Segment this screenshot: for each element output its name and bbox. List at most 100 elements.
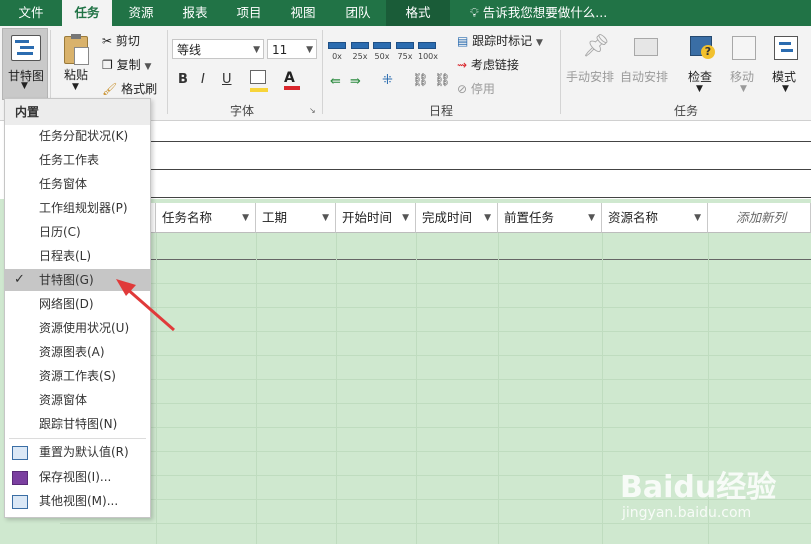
menu-item-tracking-gantt[interactable]: 跟踪甘特图(N) bbox=[5, 413, 150, 435]
font-color-swatch bbox=[284, 86, 300, 90]
menu-item-resource-usage[interactable]: 资源使用状况(U) bbox=[5, 317, 150, 339]
menu-item-resource-sheet[interactable]: 资源工作表(S) bbox=[5, 365, 150, 387]
schedule-100-label: 100x bbox=[418, 52, 439, 61]
checkmark-icon: ✓ bbox=[14, 272, 25, 287]
menu-item-label: 重置为默认值(R) bbox=[39, 445, 129, 459]
column-label: 资源名称 bbox=[608, 210, 659, 225]
chevron-down-icon: ▼ bbox=[306, 45, 313, 55]
inactivate-label: 停用 bbox=[470, 82, 495, 96]
dialog-launcher-icon[interactable]: ↘ bbox=[309, 106, 316, 115]
unlink-icon[interactable]: ⛓︎ bbox=[434, 73, 451, 88]
grid-row-line bbox=[60, 523, 811, 524]
mode-icon bbox=[774, 36, 798, 60]
menu-item-team-planner[interactable]: 工作组规划器(P) bbox=[5, 197, 150, 219]
schedule-0-label: 0x bbox=[332, 52, 342, 61]
track-icon: ▤ bbox=[457, 34, 469, 48]
schedule-50-label: 50x bbox=[374, 52, 390, 61]
italic-button[interactable]: I bbox=[201, 72, 205, 87]
move-button[interactable]: 移动 ▼ bbox=[726, 32, 766, 98]
inspect-button[interactable]: ? 检查 ▼ bbox=[682, 32, 722, 98]
column-header-task-name[interactable]: 任务名称 ▼ bbox=[156, 203, 256, 233]
column-header-duration[interactable]: 工期 ▼ bbox=[256, 203, 336, 233]
tab-view[interactable]: 视图 bbox=[276, 0, 330, 26]
chevron-down-icon: ▼ bbox=[242, 213, 249, 223]
grid-col-line bbox=[602, 233, 603, 544]
highlight-color-swatch bbox=[250, 88, 268, 92]
menu-item-task-sheet[interactable]: 任务工作表 bbox=[5, 149, 150, 171]
underline-button[interactable]: U bbox=[222, 72, 232, 87]
menu-item-task-form[interactable]: 任务窗体 bbox=[5, 173, 150, 195]
font-name-select[interactable]: 等线 ▼ bbox=[172, 39, 264, 59]
menu-item-timeline[interactable]: 日程表(L) bbox=[5, 245, 150, 267]
inactivate-button[interactable]: ⊘ 停用 bbox=[457, 80, 495, 97]
menu-item-network-diagram[interactable]: 网络图(D) bbox=[5, 293, 150, 315]
menu-item-resource-form[interactable]: 资源窗体 bbox=[5, 389, 150, 411]
tab-file[interactable]: 文件 bbox=[0, 0, 62, 26]
column-label: 完成时间 bbox=[422, 210, 473, 225]
chevron-down-icon: ▼ bbox=[696, 84, 703, 94]
respect-links-label: 考虑链接 bbox=[470, 58, 519, 72]
cut-button[interactable]: ✂ 剪切 bbox=[102, 32, 140, 49]
gantt-view-button[interactable]: 甘特图 ▼ bbox=[2, 28, 48, 100]
mode-button[interactable]: 模式 ▼ bbox=[770, 32, 808, 98]
grid-col-line bbox=[416, 233, 417, 544]
bold-button[interactable]: B bbox=[178, 72, 188, 87]
schedule-100-button[interactable]: 100x bbox=[418, 42, 439, 61]
copy-button[interactable]: ❐ 复制 ▼ bbox=[102, 56, 151, 73]
column-header-add-new[interactable]: 添加新列 bbox=[708, 203, 811, 233]
tab-resource[interactable]: 资源 bbox=[114, 0, 168, 26]
menu-item-gantt-chart[interactable]: ✓ 甘特图(G) bbox=[5, 269, 150, 291]
menu-item-label: 保存视图(I)... bbox=[39, 470, 112, 484]
column-header-resource-names[interactable]: 资源名称 ▼ bbox=[602, 203, 708, 233]
chevron-down-icon: ▼ bbox=[536, 38, 543, 48]
paste-button[interactable]: 粘贴 ▼ bbox=[58, 32, 94, 92]
background-color-button[interactable] bbox=[250, 70, 268, 92]
menu-item-calendar[interactable]: 日历(C) bbox=[5, 221, 150, 243]
outdent-icon[interactable]: ⇚ bbox=[330, 74, 341, 89]
grid-row-line bbox=[60, 331, 811, 332]
font-size-select[interactable]: 11 ▼ bbox=[267, 39, 317, 59]
column-header-predecessors[interactable]: 前置任务 ▼ bbox=[498, 203, 602, 233]
schedule-25-button[interactable]: 25x bbox=[351, 42, 369, 61]
column-header-start[interactable]: 开始时间 ▼ bbox=[336, 203, 416, 233]
respect-links-button[interactable]: ⇝ 考虑链接 bbox=[457, 56, 519, 73]
indent-icon[interactable]: ⇛ bbox=[350, 74, 361, 89]
manual-schedule-button[interactable]: 📌︎ 手动安排 bbox=[566, 32, 618, 92]
tab-team[interactable]: 团队 bbox=[330, 0, 386, 26]
watermark-logo: Baidu经验 bbox=[620, 470, 777, 505]
tab-report[interactable]: 报表 bbox=[168, 0, 222, 26]
format-painter-label: 格式刷 bbox=[121, 82, 158, 96]
menu-item-resource-graph[interactable]: 资源图表(A) bbox=[5, 341, 150, 363]
grid-col-line bbox=[336, 233, 337, 544]
auto-schedule-icon bbox=[634, 38, 658, 56]
column-header-finish[interactable]: 完成时间 ▼ bbox=[416, 203, 498, 233]
schedule-75-button[interactable]: 75x bbox=[396, 42, 414, 61]
link-icon[interactable]: ⛓︎ bbox=[412, 73, 429, 88]
timeline-line bbox=[150, 197, 811, 198]
paint-bucket-icon bbox=[250, 70, 266, 84]
schedule-0-button[interactable]: 0x bbox=[328, 42, 346, 61]
menu-item-reset-default[interactable]: 重置为默认值(R) bbox=[5, 441, 150, 463]
chevron-down-icon: ▼ bbox=[21, 81, 28, 91]
font-color-button[interactable]: A bbox=[284, 70, 300, 90]
auto-schedule-label: 自动安排 bbox=[620, 70, 669, 84]
format-painter-button[interactable]: 🖌︎ 格式刷 bbox=[102, 80, 157, 97]
grid-row-line bbox=[60, 379, 811, 380]
tab-task[interactable]: 任务 bbox=[62, 0, 112, 26]
tab-project[interactable]: 项目 bbox=[222, 0, 276, 26]
font-size-value: 11 bbox=[272, 43, 288, 57]
schedule-50-button[interactable]: 50x bbox=[373, 42, 391, 61]
grid-col-line bbox=[256, 233, 257, 544]
tab-format[interactable]: 格式 bbox=[386, 0, 450, 26]
font-group-label: 字体 bbox=[229, 104, 254, 118]
tell-me-box[interactable]: 💡︎ 告诉我您想要做什么... bbox=[470, 0, 607, 26]
menu-item-save-view[interactable]: 保存视图(I)... bbox=[5, 466, 150, 488]
font-color-icon: A bbox=[284, 70, 295, 86]
track-button[interactable]: ▤ 跟踪时标记 ▼ bbox=[457, 32, 543, 49]
menu-item-task-usage[interactable]: 任务分配状况(K) bbox=[5, 125, 150, 147]
split-task-icon[interactable]: ⁜ bbox=[382, 73, 393, 88]
menu-item-more-views[interactable]: 其他视图(M)... bbox=[5, 490, 150, 512]
grid-row-line bbox=[60, 307, 811, 308]
column-label: 前置任务 bbox=[504, 210, 555, 225]
auto-schedule-button[interactable]: 自动安排 bbox=[620, 32, 672, 92]
